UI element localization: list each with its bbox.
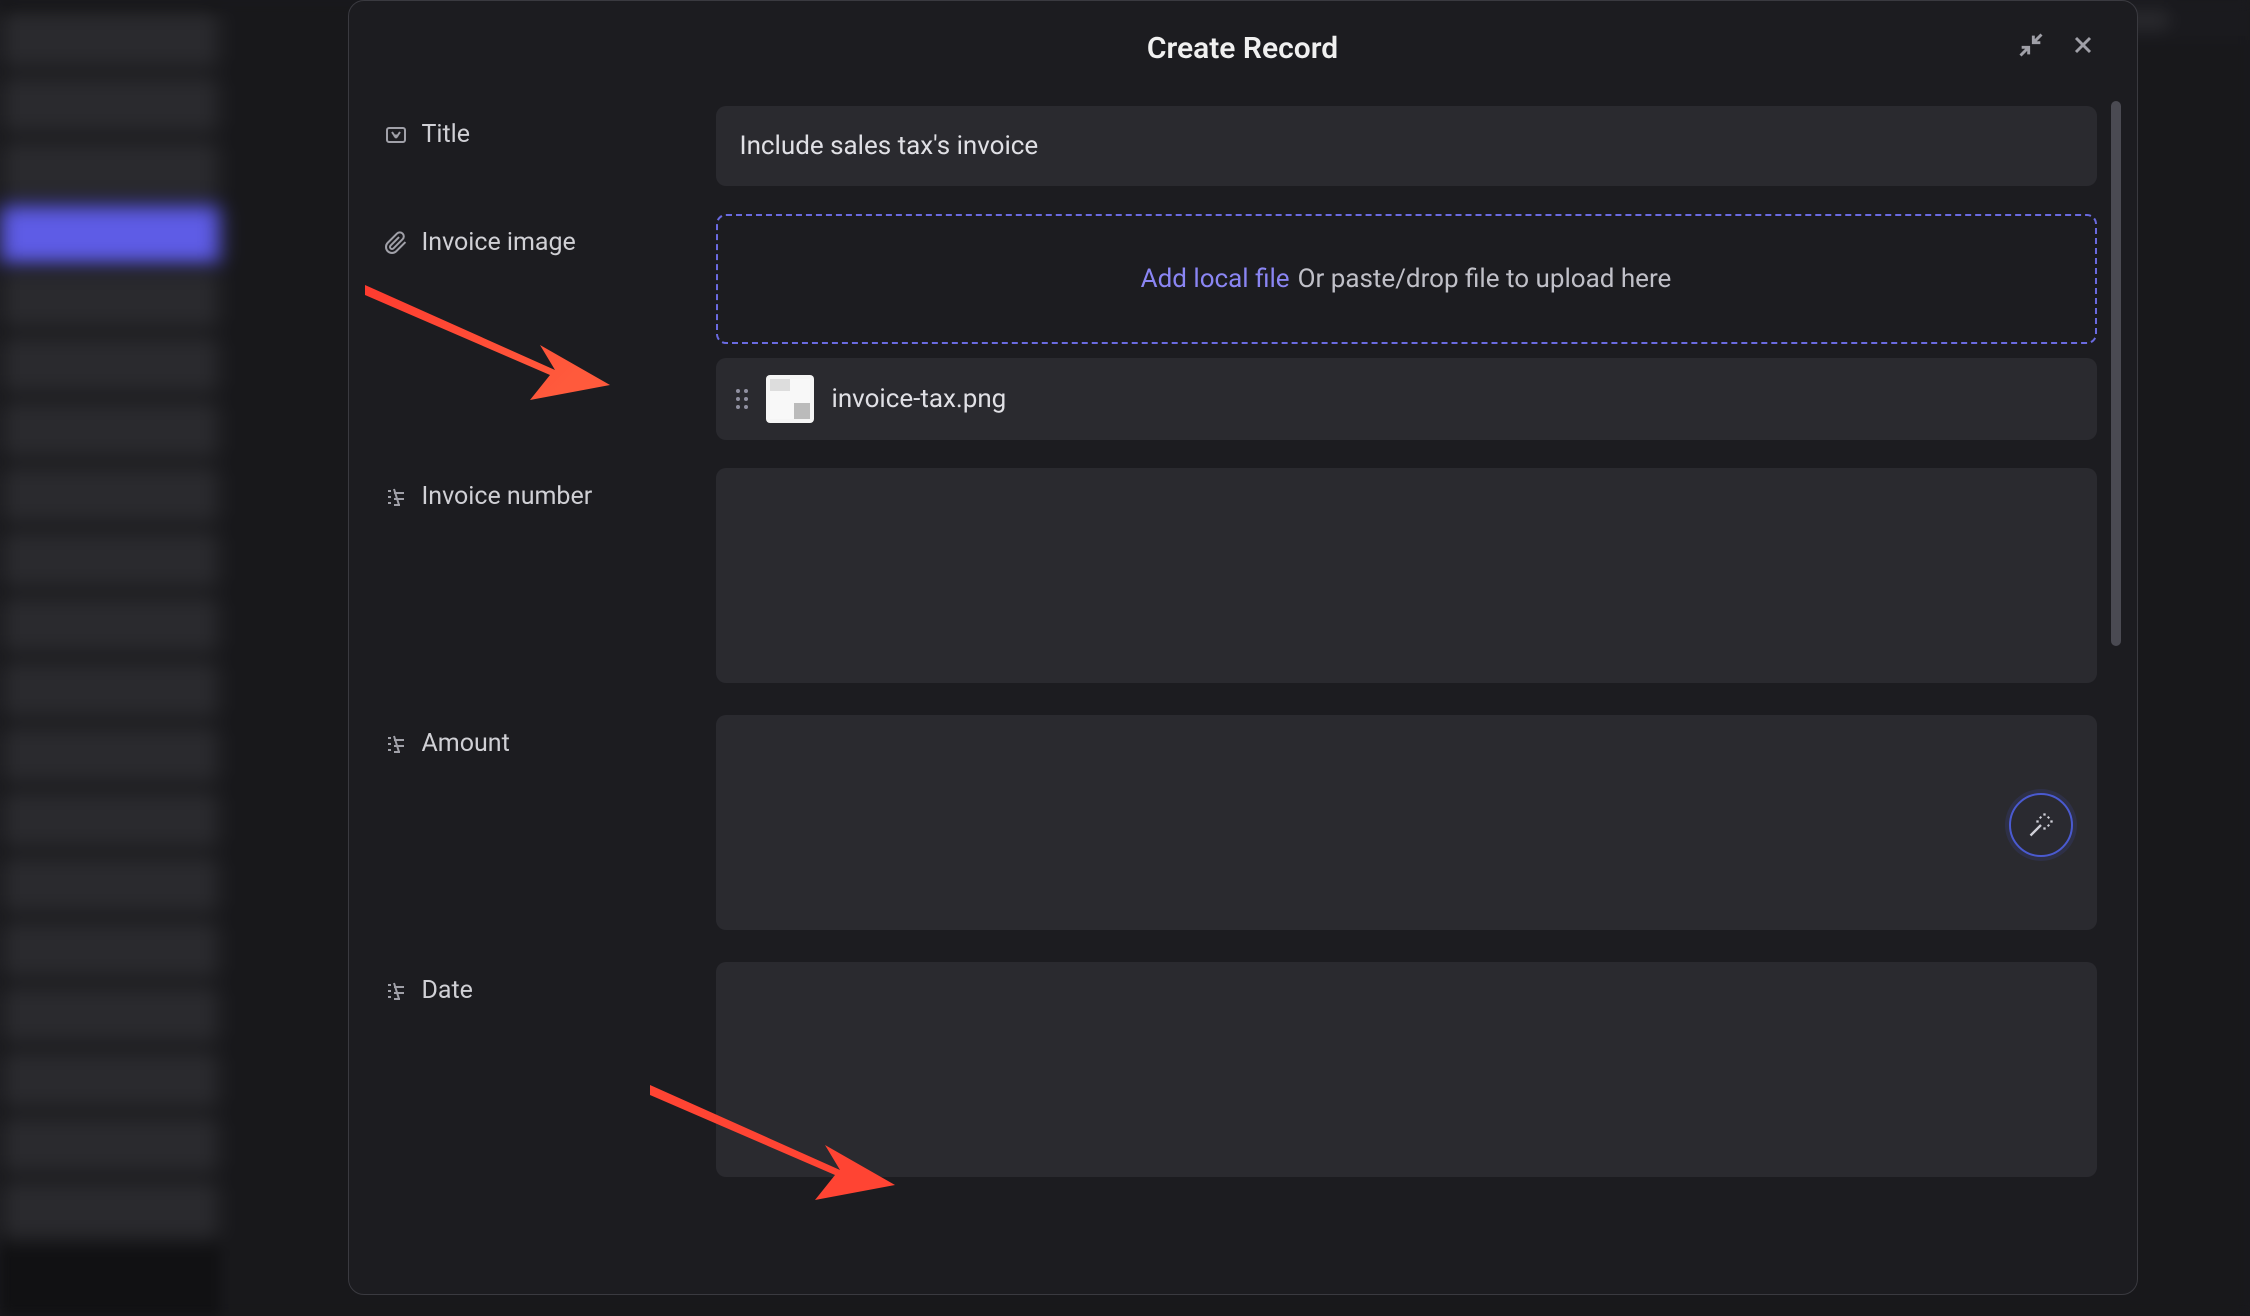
uploaded-file-item[interactable]: invoice-tax.png [716,358,2097,440]
close-button[interactable] [2069,31,2097,59]
attachment-icon [384,231,408,255]
invoice-image-label-text: Invoice image [422,228,576,257]
scrollbar[interactable] [2111,101,2121,646]
long-text-icon [384,732,408,756]
ai-suggest-button[interactable] [2009,793,2073,857]
minimize-icon [2017,31,2045,59]
invoice-number-input[interactable] [716,468,2097,683]
file-thumbnail [766,375,814,423]
field-row-date: Date [384,962,2097,1181]
amount-label-text: Amount [422,729,510,758]
add-local-file-link[interactable]: Add local file [1141,264,1290,294]
close-icon [2069,31,2097,59]
modal-overlay: Create Record [0,0,2250,1316]
create-record-modal: Create Record [348,0,2138,1295]
field-label-invoice-number: Invoice number [384,468,716,511]
long-text-icon [384,485,408,509]
title-input[interactable] [716,106,2097,186]
long-text-icon [384,979,408,1003]
magic-wand-icon [2027,811,2055,839]
dropzone-hint-text: Or paste/drop file to upload here [1298,264,1672,294]
modal-body: Title Invoice image Add local file [349,96,2137,1209]
field-row-amount: Amount [384,715,2097,934]
date-input[interactable] [716,962,2097,1177]
amount-input[interactable] [716,715,2097,930]
field-row-invoice-image: Invoice image Add local file Or paste/dr… [384,214,2097,440]
field-row-title: Title [384,106,2097,186]
field-label-date: Date [384,962,716,1005]
modal-header: Create Record [349,1,2137,96]
file-dropzone[interactable]: Add local file Or paste/drop file to upl… [716,214,2097,344]
modal-title: Create Record [1147,31,1338,66]
title-label-text: Title [422,120,471,149]
text-field-icon [384,123,408,147]
invoice-number-label-text: Invoice number [422,482,593,511]
field-label-title: Title [384,106,716,149]
field-row-invoice-number: Invoice number [384,468,2097,687]
minimize-button[interactable] [2017,31,2045,59]
date-label-text: Date [422,976,473,1005]
uploaded-file-name: invoice-tax.png [832,384,1007,414]
modal-header-actions [2017,31,2097,59]
drag-handle-icon[interactable] [736,389,748,409]
field-label-amount: Amount [384,715,716,758]
field-label-invoice-image: Invoice image [384,214,716,257]
